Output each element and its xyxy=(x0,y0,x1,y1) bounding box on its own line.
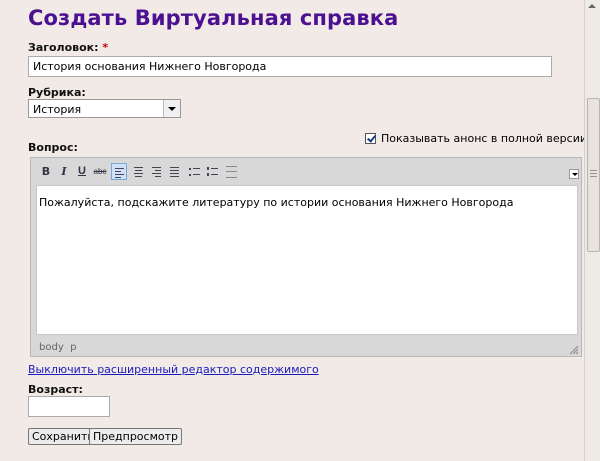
numbered-list-icon[interactable] xyxy=(204,163,220,180)
rubric-select[interactable]: История xyxy=(28,99,181,118)
question-label: Вопрос: xyxy=(28,141,78,154)
page-title: Создать Виртуальная справка xyxy=(28,6,399,30)
age-label: Возраст: xyxy=(28,383,83,396)
underline-icon[interactable]: U xyxy=(74,163,90,180)
horizontal-rule-icon[interactable] xyxy=(223,163,239,180)
rubric-select-value: История xyxy=(33,103,82,116)
question-editor-content[interactable]: Пожалуйста, подскажите литературу по ист… xyxy=(36,185,578,335)
italic-icon[interactable]: I xyxy=(56,163,72,180)
save-button[interactable]: Сохранить xyxy=(28,428,98,445)
show-preview-checkbox[interactable] xyxy=(365,133,376,144)
required-mark: * xyxy=(102,41,109,54)
align-justify-icon[interactable] xyxy=(166,163,182,180)
path-body[interactable]: body xyxy=(39,342,64,353)
heading-label: Заголовок: * xyxy=(28,41,108,54)
editor-toolbar: B I U abc xyxy=(34,163,580,182)
bold-icon[interactable]: B xyxy=(38,163,54,180)
resize-grip-icon[interactable] xyxy=(569,345,579,355)
scroll-up-icon[interactable] xyxy=(588,4,596,8)
preview-button[interactable]: Предпросмотр xyxy=(89,428,182,445)
rubric-label: Рубрика: xyxy=(28,86,86,99)
disable-advanced-editor-link[interactable]: Выключить расширенный редактор содержимо… xyxy=(28,363,319,376)
editor-collapse-icon[interactable] xyxy=(569,169,579,179)
scrollbar-thumb[interactable] xyxy=(587,98,600,252)
show-preview-label: Показывать анонс в полной версии xyxy=(381,132,588,145)
age-input[interactable] xyxy=(28,396,110,417)
editor-path: body p xyxy=(39,342,76,353)
path-p[interactable]: p xyxy=(70,342,76,353)
strikethrough-icon[interactable]: abc xyxy=(92,163,108,180)
heading-input[interactable]: История основания Нижнего Новгорода xyxy=(28,56,552,77)
vertical-scrollbar[interactable] xyxy=(584,0,600,461)
chevron-down-icon[interactable] xyxy=(163,100,180,117)
align-center-icon[interactable] xyxy=(130,163,146,180)
heading-label-text: Заголовок: xyxy=(28,41,99,54)
align-right-icon[interactable] xyxy=(148,163,164,180)
bullet-list-icon[interactable] xyxy=(186,163,202,180)
align-left-icon[interactable] xyxy=(111,163,127,180)
